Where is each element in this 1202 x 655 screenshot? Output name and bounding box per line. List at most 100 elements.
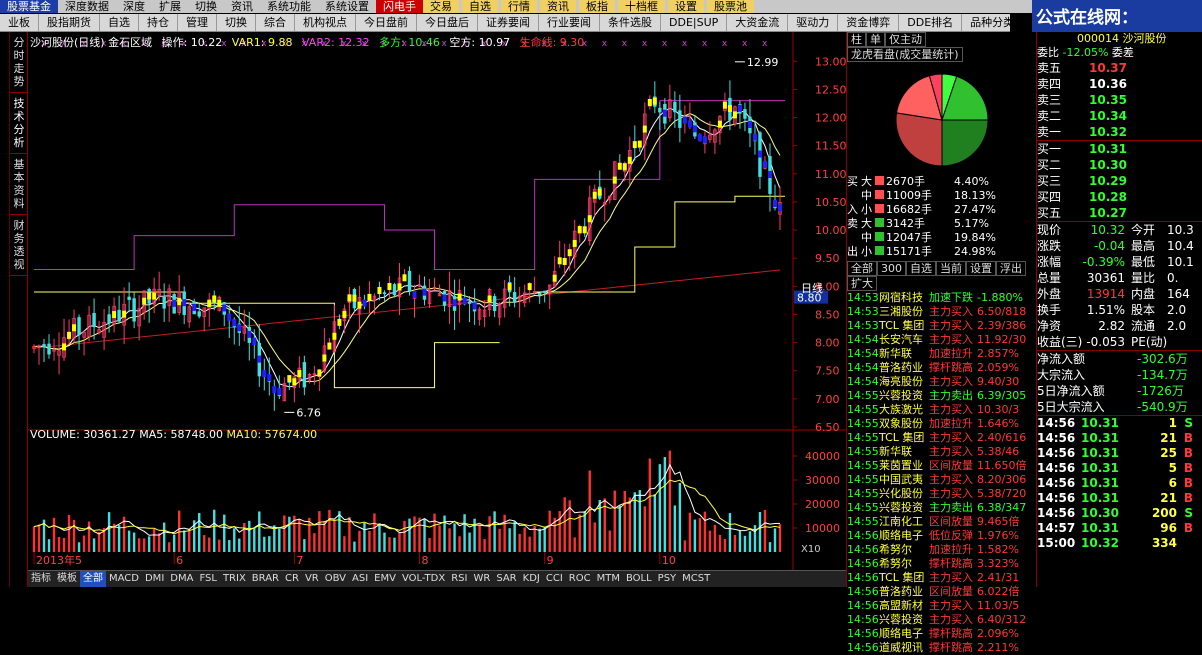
indicator-tab[interactable]: KDJ <box>520 571 543 587</box>
side-tab[interactable]: 基本资料 <box>10 154 28 215</box>
feed-row[interactable]: 14:56高盟新材 主力买入 11.03/5 <box>847 599 1036 613</box>
list-tab[interactable]: 当前 <box>936 261 966 276</box>
list-tab[interactable]: 自选 <box>906 261 936 276</box>
indicator-tab[interactable]: OBV <box>322 571 349 587</box>
quick-button[interactable]: 设置 <box>668 0 704 13</box>
feed-row[interactable]: 14:54新华联 加速拉升 2.857% <box>847 347 1036 361</box>
indicator-tab[interactable]: MACD <box>106 571 142 587</box>
indicator-tab[interactable]: TRIX <box>220 571 249 587</box>
feed-row[interactable]: 14:56顺络电子 撑杆跳高 2.096% <box>847 627 1036 641</box>
indicator-tab[interactable]: RSI <box>448 571 470 587</box>
flow-tab[interactable]: 单 <box>866 32 885 47</box>
quick-button[interactable]: 自选 <box>462 0 498 13</box>
toolbar-button[interactable]: 今日盘后 <box>417 14 478 31</box>
toolbar-button[interactable]: 资金博弈 <box>838 14 900 31</box>
quick-button[interactable]: 资讯 <box>540 0 576 13</box>
quick-button[interactable]: 股票池 <box>707 0 754 13</box>
feed-row[interactable]: 14:56希努尔 加速拉升 1.582% <box>847 543 1036 557</box>
side-tab[interactable]: 技术分析 <box>10 93 28 154</box>
menu-item[interactable]: 资讯 <box>224 0 260 13</box>
feed-row[interactable]: 14:55新华联 主力买入 5.38/46 <box>847 445 1036 459</box>
list-tab[interactable]: 全部 <box>847 261 877 276</box>
toolbar-button[interactable]: 驱动力 <box>788 14 839 31</box>
feed-row[interactable]: 14:56TCL 集团 主力买入 2.41/31 <box>847 571 1036 585</box>
indicator-tab[interactable]: PSY <box>655 571 680 587</box>
indicator-tab[interactable]: MCST <box>679 571 713 587</box>
list-tab[interactable]: 扩大 <box>847 276 877 291</box>
feed-row[interactable]: 14:56兴蓉投资 主力买入 6.40/312 <box>847 613 1036 627</box>
indicator-tab[interactable]: SAR <box>493 571 519 587</box>
toolbar-button[interactable]: 自选 <box>100 14 139 31</box>
toolbar-button[interactable]: 大资金流 <box>727 14 789 31</box>
feed-row[interactable]: 14:55中国武夷 主力买入 8.20/306 <box>847 473 1036 487</box>
menu-item[interactable]: 系统功能 <box>260 0 318 13</box>
indicator-tab[interactable]: BRAR <box>249 571 282 587</box>
side-tab[interactable]: 分时走势 <box>10 32 28 93</box>
list-tab[interactable]: 设置 <box>966 261 996 276</box>
indicator-tab[interactable]: VR <box>302 571 322 587</box>
indicator-tab[interactable]: CCI <box>543 571 566 587</box>
feed-row[interactable]: 14:55莱茵置业 区间放量 11.650倍 <box>847 459 1036 473</box>
toolbar-button[interactable]: 品种分类 <box>962 14 1010 31</box>
feed-row[interactable]: 14:56希努尔 撑杆跳高 3.323% <box>847 557 1036 571</box>
menu-item[interactable]: 系统设置 <box>318 0 376 13</box>
quick-button[interactable]: 交易 <box>423 0 459 13</box>
toolbar-button[interactable]: 持仓 <box>139 14 178 31</box>
list-tab[interactable]: 浮出 <box>996 261 1026 276</box>
indicator-tab[interactable]: DMA <box>167 571 196 587</box>
feed-row[interactable]: 14:56道威视讯 撑杆跳高 2.211% <box>847 641 1036 655</box>
feed-row[interactable]: 14:55兴蓉投资 主力卖出 6.39/305 <box>847 389 1036 403</box>
menu-item[interactable]: 扩展 <box>152 0 188 13</box>
indicator-tab[interactable]: 指标 <box>28 571 54 587</box>
quick-button[interactable]: 闪电手 <box>376 0 423 13</box>
feed-row[interactable]: 14:55TCL 集团 主力买入 2.40/616 <box>847 431 1036 445</box>
toolbar-button[interactable]: 今日盘前 <box>356 14 417 31</box>
quick-button[interactable]: 十档框 <box>618 0 665 13</box>
indicator-tab[interactable]: 模板 <box>54 571 80 587</box>
toolbar-button[interactable]: 股指期货 <box>39 14 100 31</box>
indicator-tab[interactable]: CR <box>282 571 302 587</box>
feed-row[interactable]: 14:56普洛药业 区间放量 6.022倍 <box>847 585 1036 599</box>
flow-tab[interactable]: 仅主动 <box>885 32 926 47</box>
indicator-tab[interactable]: WR <box>470 571 493 587</box>
indicator-tab[interactable]: DMI <box>142 571 167 587</box>
side-tab[interactable]: 财务透视 <box>10 215 28 276</box>
indicator-tab[interactable]: FSL <box>196 571 220 587</box>
flow-tab[interactable]: 龙虎看盘(成交量统计) <box>847 47 963 62</box>
feed-row[interactable]: 14:53三湘股份 主力买入 6.50/818 <box>847 305 1036 319</box>
feed-row[interactable]: 14:53TCL 集团 主力买入 2.39/386 <box>847 319 1036 333</box>
feed-row[interactable]: 14:54海亮股份 主力买入 9.40/30 <box>847 375 1036 389</box>
feed-row[interactable]: 14:55大族激光 主力买入 10.30/3 <box>847 403 1036 417</box>
toolbar-button[interactable]: 机构视点 <box>295 14 356 31</box>
feed-row[interactable]: 14:55兴蓉投资 主力卖出 6.38/347 <box>847 501 1036 515</box>
feed-row[interactable]: 14:54长安汽车 主力买入 11.92/30 <box>847 333 1036 347</box>
quick-button[interactable]: 行情 <box>501 0 537 13</box>
toolbar-button[interactable]: 业板 <box>0 14 39 31</box>
indicator-tab[interactable]: ASI <box>349 571 371 587</box>
toolbar-button[interactable]: 证券要闻 <box>478 14 539 31</box>
flow-tab[interactable]: 柱 <box>847 32 866 47</box>
kline-chart-area[interactable]: 13.00 12.50 12.00 11.50 11.00 10.50 10.00 9.50 9… <box>28 32 847 570</box>
list-tab[interactable]: 300 <box>877 261 906 276</box>
menu-item[interactable]: 深度数据 <box>58 0 116 13</box>
indicator-tab[interactable]: MTM <box>594 571 623 587</box>
toolbar-button[interactable]: 条件选股 <box>600 14 661 31</box>
menu-item[interactable]: 深度 <box>116 0 152 13</box>
toolbar-button[interactable]: 行业要闻 <box>539 14 600 31</box>
toolbar-button[interactable]: 综合 <box>256 14 295 31</box>
feed-row[interactable]: 14:55兴化股份 主力买入 5.38/720 <box>847 487 1036 501</box>
feed-row[interactable]: 14:53网宿科技 加速下跌 -1.880% <box>847 291 1036 305</box>
toolbar-button[interactable]: DDE排名 <box>899 14 963 31</box>
indicator-tab[interactable]: EMV <box>371 571 399 587</box>
feed-row[interactable]: 14:54普洛药业 撑杆跳高 2.059% <box>847 361 1036 375</box>
toolbar-button[interactable]: 切换 <box>217 14 256 31</box>
indicator-tab[interactable]: 全部 <box>80 571 106 587</box>
toolbar-button[interactable]: DDE|SUP <box>661 14 728 31</box>
feed-row[interactable]: 14:55双象股份 加速拉升 1.646% <box>847 417 1036 431</box>
feed-row[interactable]: 14:56顺络电子 低位反弹 1.976% <box>847 529 1036 543</box>
feed-row[interactable]: 14:55江南化工 区间放量 9.465倍 <box>847 515 1036 529</box>
menu-item[interactable]: 切换 <box>188 0 224 13</box>
quick-button[interactable]: 板指 <box>579 0 615 13</box>
indicator-tab[interactable]: BOLL <box>623 571 655 587</box>
toolbar-button[interactable]: 管理 <box>178 14 217 31</box>
